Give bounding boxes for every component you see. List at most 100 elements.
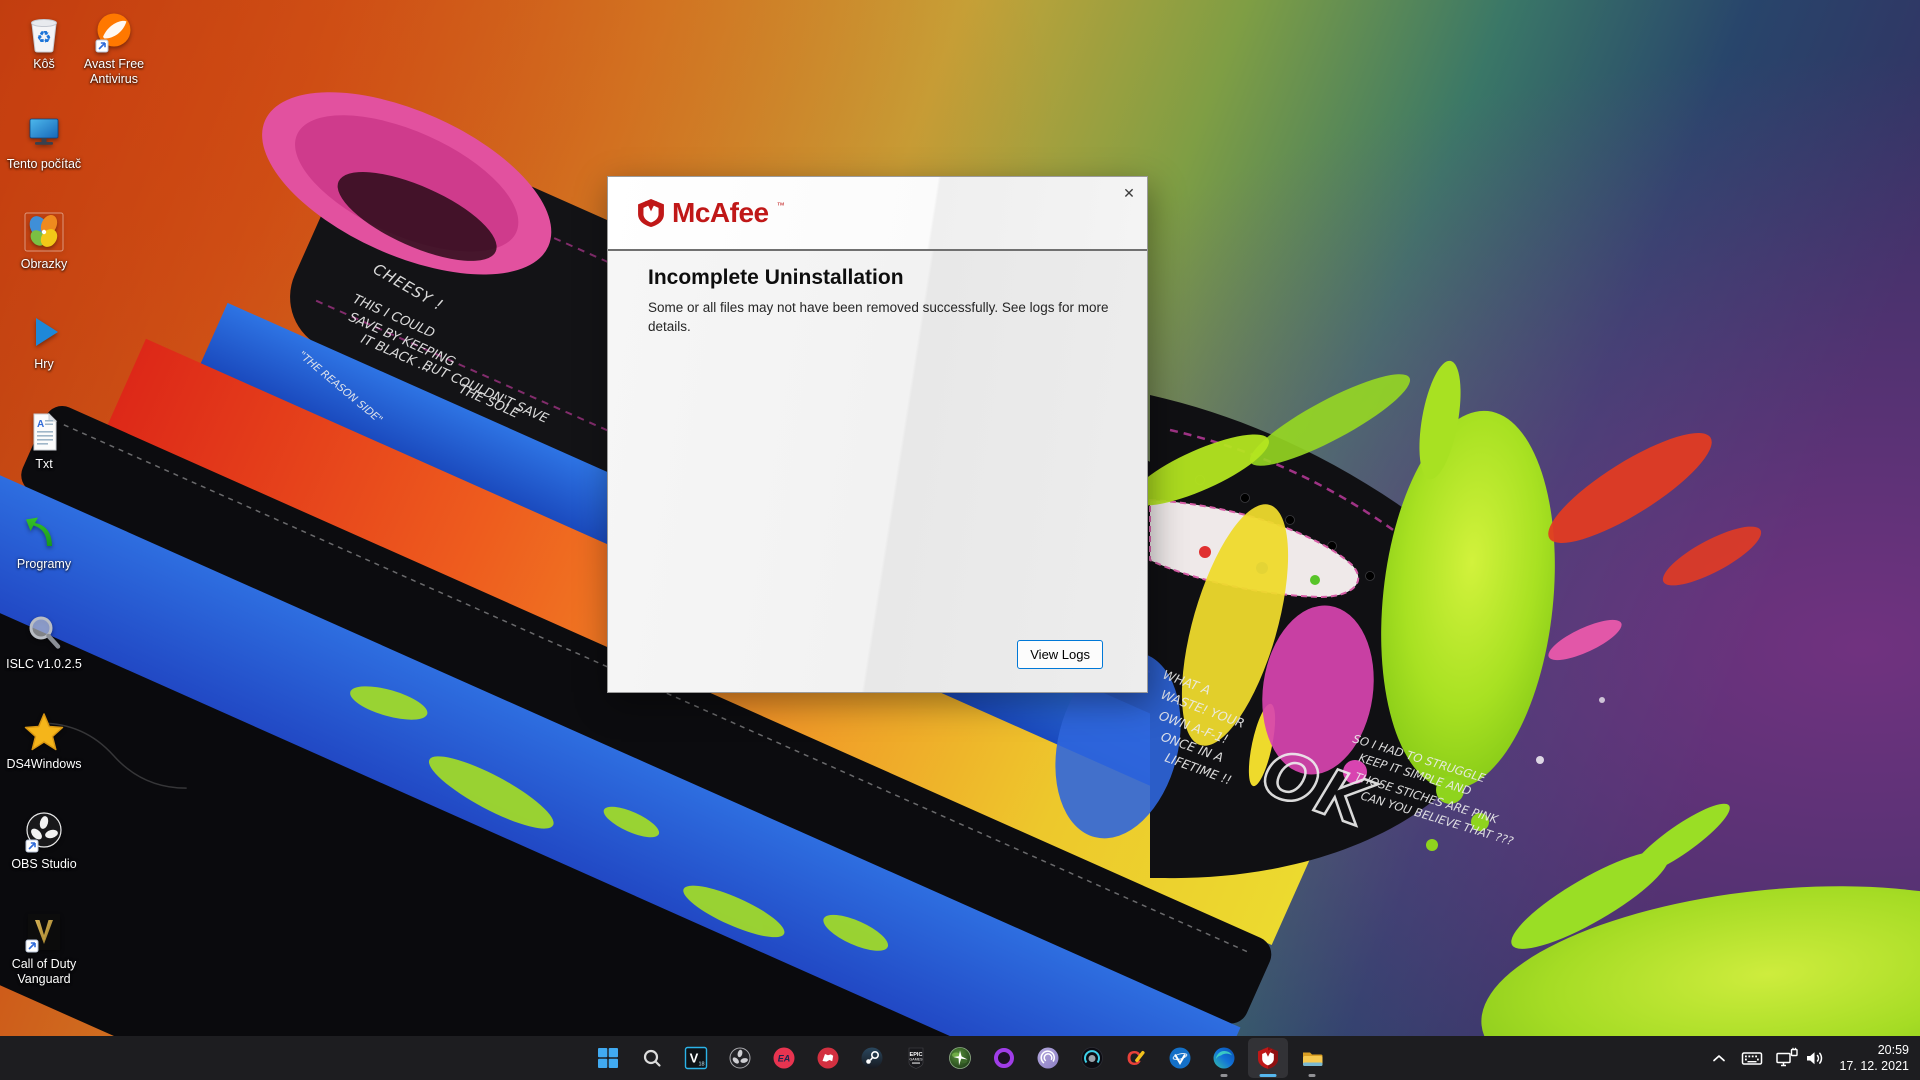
tray-touch-keyboard-button[interactable]: [1736, 1039, 1768, 1077]
play-triangle-icon: [22, 310, 66, 354]
desktop-icon-label: Kôš: [33, 57, 55, 72]
volume-icon: [1803, 1046, 1827, 1070]
file-explorer-icon: [1300, 1046, 1324, 1070]
search-icon: [640, 1046, 664, 1070]
cod-vanguard-icon: [22, 910, 66, 954]
svg-text:GAMES: GAMES: [910, 1058, 924, 1062]
svg-text:EA: EA: [778, 1054, 791, 1064]
taskbar-app-dark-ring[interactable]: [1072, 1038, 1112, 1078]
tray-overflow-button[interactable]: [1704, 1039, 1734, 1077]
taskbar-app-vegas-pro[interactable]: V 18: [676, 1038, 716, 1078]
monitor-icon: [22, 110, 66, 154]
desktop: CHEESY ! THIS I COULD SAVE BY KEEPING IT…: [0, 0, 1920, 1080]
dark-ring-icon: [1080, 1046, 1104, 1070]
butterfly-pictures-icon: [22, 210, 66, 254]
ea-icon: EA: [772, 1046, 796, 1070]
dialog-title: Incomplete Uninstallation: [648, 266, 1119, 290]
desktop-icon-txt[interactable]: A Txt: [2, 410, 86, 472]
taskbar-app-epic-games[interactable]: EPIC GAMES: [896, 1038, 936, 1078]
windows-start-icon: [597, 1047, 619, 1069]
dialog-close-button[interactable]: ✕: [1117, 181, 1141, 205]
taskbar-center-icons: V 18 EA: [588, 1038, 1332, 1078]
green-arrow-icon: [22, 510, 66, 554]
desktop-icon-cod-vanguard[interactable]: Call of Duty Vanguard: [2, 910, 86, 987]
magnifier-icon: [22, 610, 66, 654]
recycle-bin-icon: ♻: [22, 10, 66, 54]
obs-icon: [22, 810, 66, 854]
desktop-icon-label: Txt: [35, 457, 52, 472]
desktop-icon-programs[interactable]: Programy: [2, 510, 86, 572]
ethernet-network-icon: [1774, 1046, 1800, 1070]
active-running-indicator: [1260, 1074, 1277, 1077]
riot-vanguard-icon: [1168, 1046, 1192, 1070]
view-logs-button[interactable]: View Logs: [1017, 640, 1103, 669]
touch-keyboard-icon: [1740, 1046, 1764, 1070]
jet-game-icon: [948, 1046, 972, 1070]
running-indicator: [1221, 1074, 1228, 1077]
desktop-icon-recycle-bin[interactable]: ♻ Kôš: [2, 10, 86, 72]
vegas-pro-icon: V 18: [684, 1046, 708, 1070]
search-button[interactable]: [632, 1038, 672, 1078]
svg-text:♻: ♻: [36, 28, 51, 48]
steam-icon: [860, 1046, 884, 1070]
desktop-icon-islc[interactable]: ISLC v1.0.2.5: [2, 610, 86, 672]
desktop-icon-ds4windows[interactable]: DS4Windows: [2, 710, 86, 772]
desktop-icon-avast[interactable]: Avast Free Antivirus: [76, 10, 152, 87]
taskbar-app-ccleaner[interactable]: C: [1116, 1038, 1156, 1078]
mcafee-wordmark: McAfee: [672, 199, 769, 227]
desktop-icon-obs-studio[interactable]: OBS Studio: [2, 810, 86, 872]
taskbar-app-file-explorer[interactable]: [1292, 1038, 1332, 1078]
svg-text:V: V: [690, 1051, 699, 1066]
running-indicator: [1309, 1074, 1316, 1077]
epic-games-icon: EPIC GAMES: [904, 1046, 928, 1070]
tray-clock[interactable]: 20:59 17. 12. 2021: [1839, 1042, 1909, 1075]
taskbar-app-jet-game[interactable]: [940, 1038, 980, 1078]
desktop-icon-label: Tento počítač: [7, 157, 81, 172]
dialog-message: Some or all files may not have been remo…: [648, 299, 1118, 337]
clock-time: 20:59: [1839, 1042, 1909, 1058]
desktop-icon-this-pc[interactable]: Tento počítač: [2, 110, 86, 172]
desktop-icon-label: OBS Studio: [11, 857, 76, 872]
svg-text:18: 18: [698, 1062, 704, 1068]
desktop-icon-pictures[interactable]: Obrazky: [2, 210, 86, 272]
tray-network-volume-button[interactable]: [1770, 1039, 1831, 1077]
taskbar-app-edge[interactable]: [1204, 1038, 1244, 1078]
taskbar-app-bittorrent[interactable]: [1028, 1038, 1068, 1078]
riot-games-icon: [816, 1046, 840, 1070]
desktop-icon-games[interactable]: Hry: [2, 310, 86, 372]
star-icon: [22, 710, 66, 754]
mcafee-shield-icon: [1258, 1047, 1278, 1069]
mcafee-logo: McAfee ™: [638, 199, 785, 227]
taskbar-app-riot-vanguard[interactable]: [1160, 1038, 1200, 1078]
taskbar-app-ea[interactable]: EA: [764, 1038, 804, 1078]
taskbar: V 18 EA: [0, 1036, 1920, 1080]
desktop-icon-label: ISLC v1.0.2.5: [6, 657, 82, 672]
desktop-icon-label: DS4Windows: [6, 757, 81, 772]
purple-ring-icon: [992, 1046, 1016, 1070]
start-button[interactable]: [588, 1038, 628, 1078]
avast-icon: [92, 10, 136, 54]
mcafee-dialog-window: McAfee ™ ✕ Incomplete Uninstallation Som…: [607, 176, 1148, 693]
taskbar-app-obs-studio[interactable]: [720, 1038, 760, 1078]
svg-text:A: A: [37, 419, 44, 430]
desktop-icon-label: Hry: [34, 357, 53, 372]
mcafee-shield-icon: [638, 199, 664, 227]
trademark-symbol: ™: [777, 201, 785, 210]
edge-icon: [1212, 1046, 1236, 1070]
chevron-up-icon: [1708, 1047, 1730, 1069]
desktop-icon-label: Obrazky: [21, 257, 68, 272]
dialog-header: McAfee ™ ✕: [608, 177, 1147, 251]
taskbar-app-mcafee[interactable]: [1248, 1038, 1288, 1078]
taskbar-app-riot-games[interactable]: [808, 1038, 848, 1078]
taskbar-app-steam[interactable]: [852, 1038, 892, 1078]
system-tray: 20:59 17. 12. 2021: [1704, 1036, 1920, 1080]
obs-icon: [728, 1046, 752, 1070]
ccleaner-icon: C: [1124, 1046, 1148, 1070]
desktop-icon-label: Programy: [17, 557, 71, 572]
clock-date: 17. 12. 2021: [1839, 1058, 1909, 1074]
desktop-icon-label: Avast Free Antivirus: [76, 57, 152, 87]
text-document-icon: A: [22, 410, 66, 454]
taskbar-app-purple-ring[interactable]: [984, 1038, 1024, 1078]
desktop-icon-label: Call of Duty Vanguard: [2, 957, 86, 987]
bittorrent-icon: [1036, 1046, 1060, 1070]
